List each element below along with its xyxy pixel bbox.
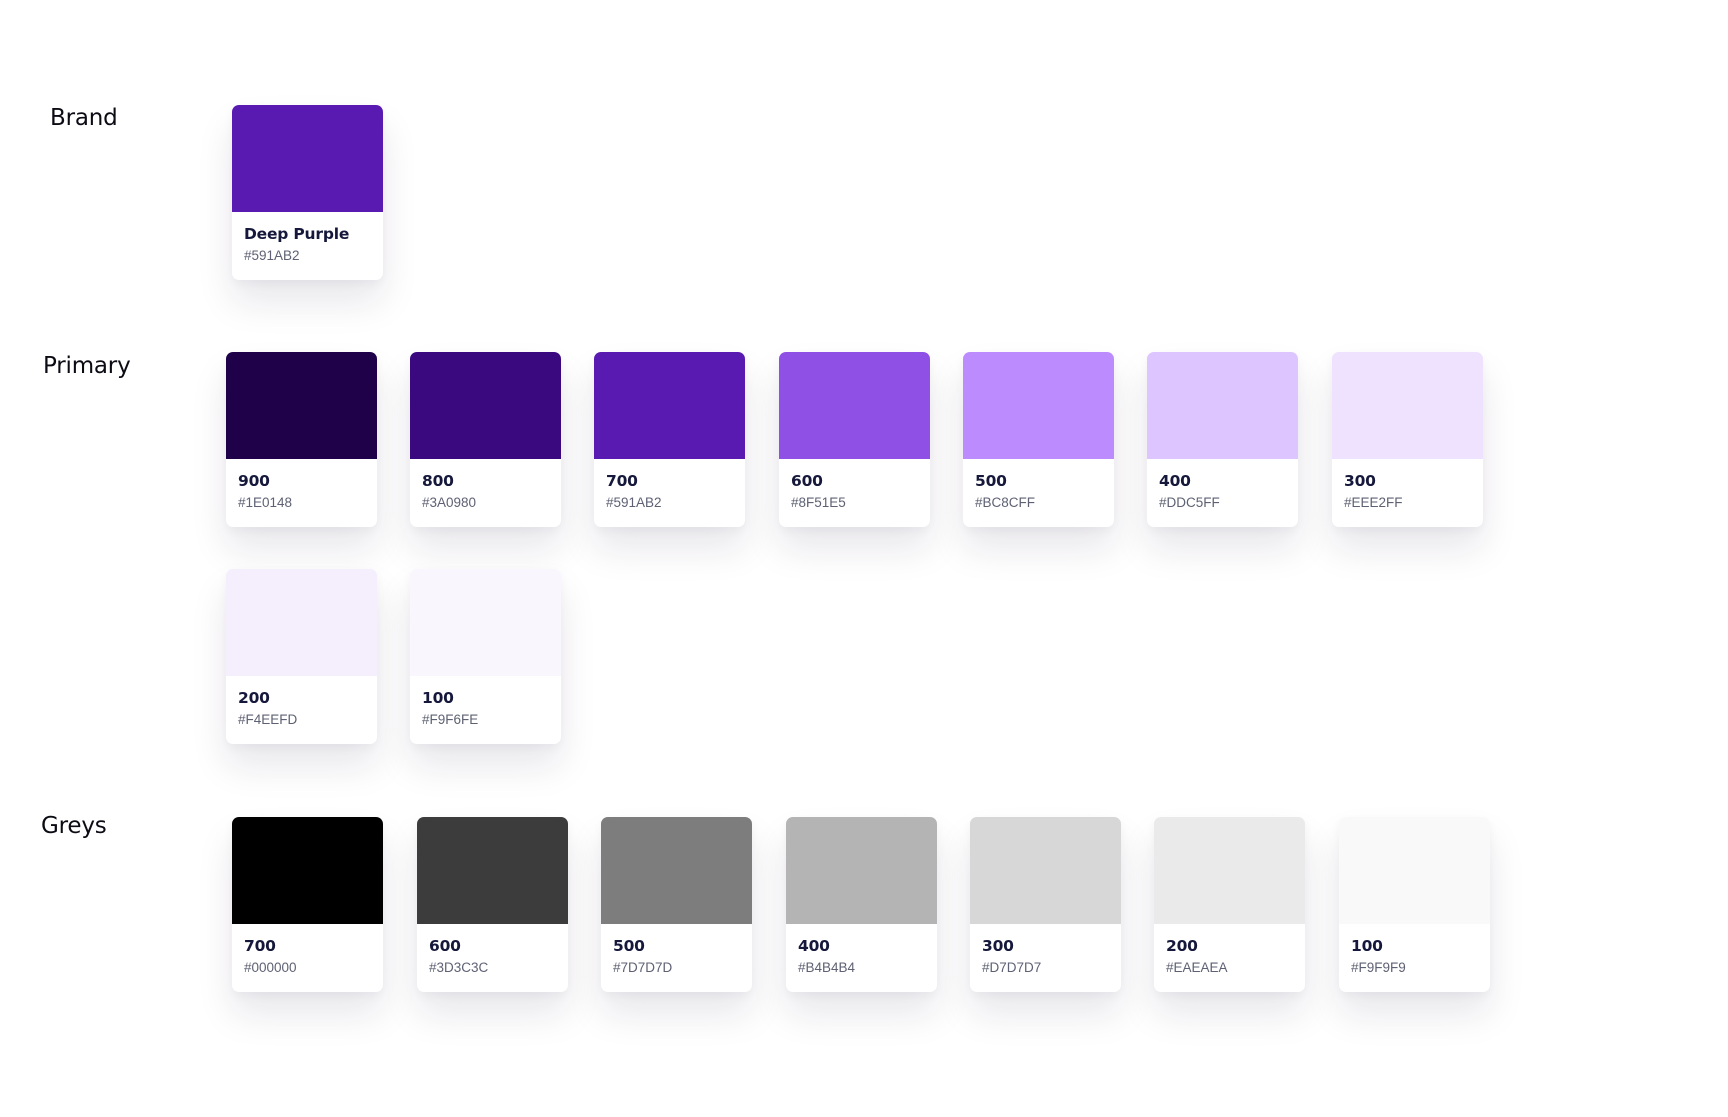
greys-section-title: Greys — [41, 813, 107, 839]
color-swatch — [970, 817, 1121, 924]
primary-color-card[interactable]: 800 #3A0980 — [410, 352, 561, 527]
grey-color-card[interactable]: 400 #B4B4B4 — [786, 817, 937, 992]
color-name: 400 — [1159, 472, 1191, 490]
color-swatch — [1339, 817, 1490, 924]
primary-color-card[interactable]: 700 #591AB2 — [594, 352, 745, 527]
color-swatch — [779, 352, 930, 459]
color-hex: #000000 — [244, 960, 297, 975]
color-swatch — [232, 817, 383, 924]
color-hex: #DDC5FF — [1159, 495, 1220, 510]
color-swatch — [410, 569, 561, 676]
primary-color-card[interactable]: 400 #DDC5FF — [1147, 352, 1298, 527]
color-hex: #D7D7D7 — [982, 960, 1042, 975]
color-hex: #BC8CFF — [975, 495, 1036, 510]
color-name: 200 — [1166, 937, 1198, 955]
color-swatch — [1147, 352, 1298, 459]
color-swatch — [226, 352, 377, 459]
color-swatch — [410, 352, 561, 459]
color-name: 700 — [244, 937, 276, 955]
color-hex: #EEE2FF — [1344, 495, 1403, 510]
color-name: 600 — [429, 937, 461, 955]
color-hex: #1E0148 — [238, 495, 293, 510]
color-swatch — [601, 817, 752, 924]
color-name: 200 — [238, 689, 270, 707]
color-name: 300 — [982, 937, 1014, 955]
color-hex: #591AB2 — [606, 495, 662, 510]
color-name: 800 — [422, 472, 454, 490]
grey-color-card[interactable]: 600 #3D3C3C — [417, 817, 568, 992]
color-hex: #8F51E5 — [791, 495, 846, 510]
primary-section-title: Primary — [43, 353, 131, 379]
primary-color-card[interactable]: 100 #F9F6FE — [410, 569, 561, 744]
color-name: Deep Purple — [244, 225, 350, 243]
grey-color-card[interactable]: 500 #7D7D7D — [601, 817, 752, 992]
color-swatch — [226, 569, 377, 676]
color-hex: #3D3C3C — [429, 960, 489, 975]
color-swatch — [1332, 352, 1483, 459]
color-swatch — [1154, 817, 1305, 924]
primary-color-card[interactable]: 600 #8F51E5 — [779, 352, 930, 527]
color-hex: #7D7D7D — [613, 960, 673, 975]
color-hex: #F9F9F9 — [1351, 960, 1406, 975]
color-name: 500 — [613, 937, 645, 955]
color-name: 300 — [1344, 472, 1376, 490]
color-swatch — [786, 817, 937, 924]
color-name: 400 — [798, 937, 830, 955]
color-name: 100 — [1351, 937, 1383, 955]
color-name: 600 — [791, 472, 823, 490]
color-hex: #3A0980 — [422, 495, 477, 510]
grey-color-card[interactable]: 300 #D7D7D7 — [970, 817, 1121, 992]
grey-color-card[interactable]: 200 #EAEAEA — [1154, 817, 1305, 992]
brand-section-title: Brand — [50, 105, 118, 131]
grey-color-card[interactable]: 700 #000000 — [232, 817, 383, 992]
color-hex: #B4B4B4 — [798, 960, 856, 975]
brand-color-card[interactable]: Deep Purple #591AB2 — [232, 105, 383, 280]
color-swatch — [232, 105, 383, 212]
grey-color-card[interactable]: 100 #F9F9F9 — [1339, 817, 1490, 992]
primary-color-card[interactable]: 500 #BC8CFF — [963, 352, 1114, 527]
color-name: 100 — [422, 689, 454, 707]
primary-color-card[interactable]: 200 #F4EEFD — [226, 569, 377, 744]
color-hex: #F4EEFD — [238, 712, 298, 727]
color-name: 500 — [975, 472, 1007, 490]
color-name: 700 — [606, 472, 638, 490]
color-name: 900 — [238, 472, 270, 490]
color-swatch — [963, 352, 1114, 459]
primary-color-card[interactable]: 900 #1E0148 — [226, 352, 377, 527]
color-swatch — [594, 352, 745, 459]
color-hex: #591AB2 — [244, 248, 300, 263]
color-swatch — [417, 817, 568, 924]
color-hex: #F9F6FE — [422, 712, 479, 727]
color-hex: #EAEAEA — [1166, 960, 1228, 975]
primary-color-card[interactable]: 300 #EEE2FF — [1332, 352, 1483, 527]
